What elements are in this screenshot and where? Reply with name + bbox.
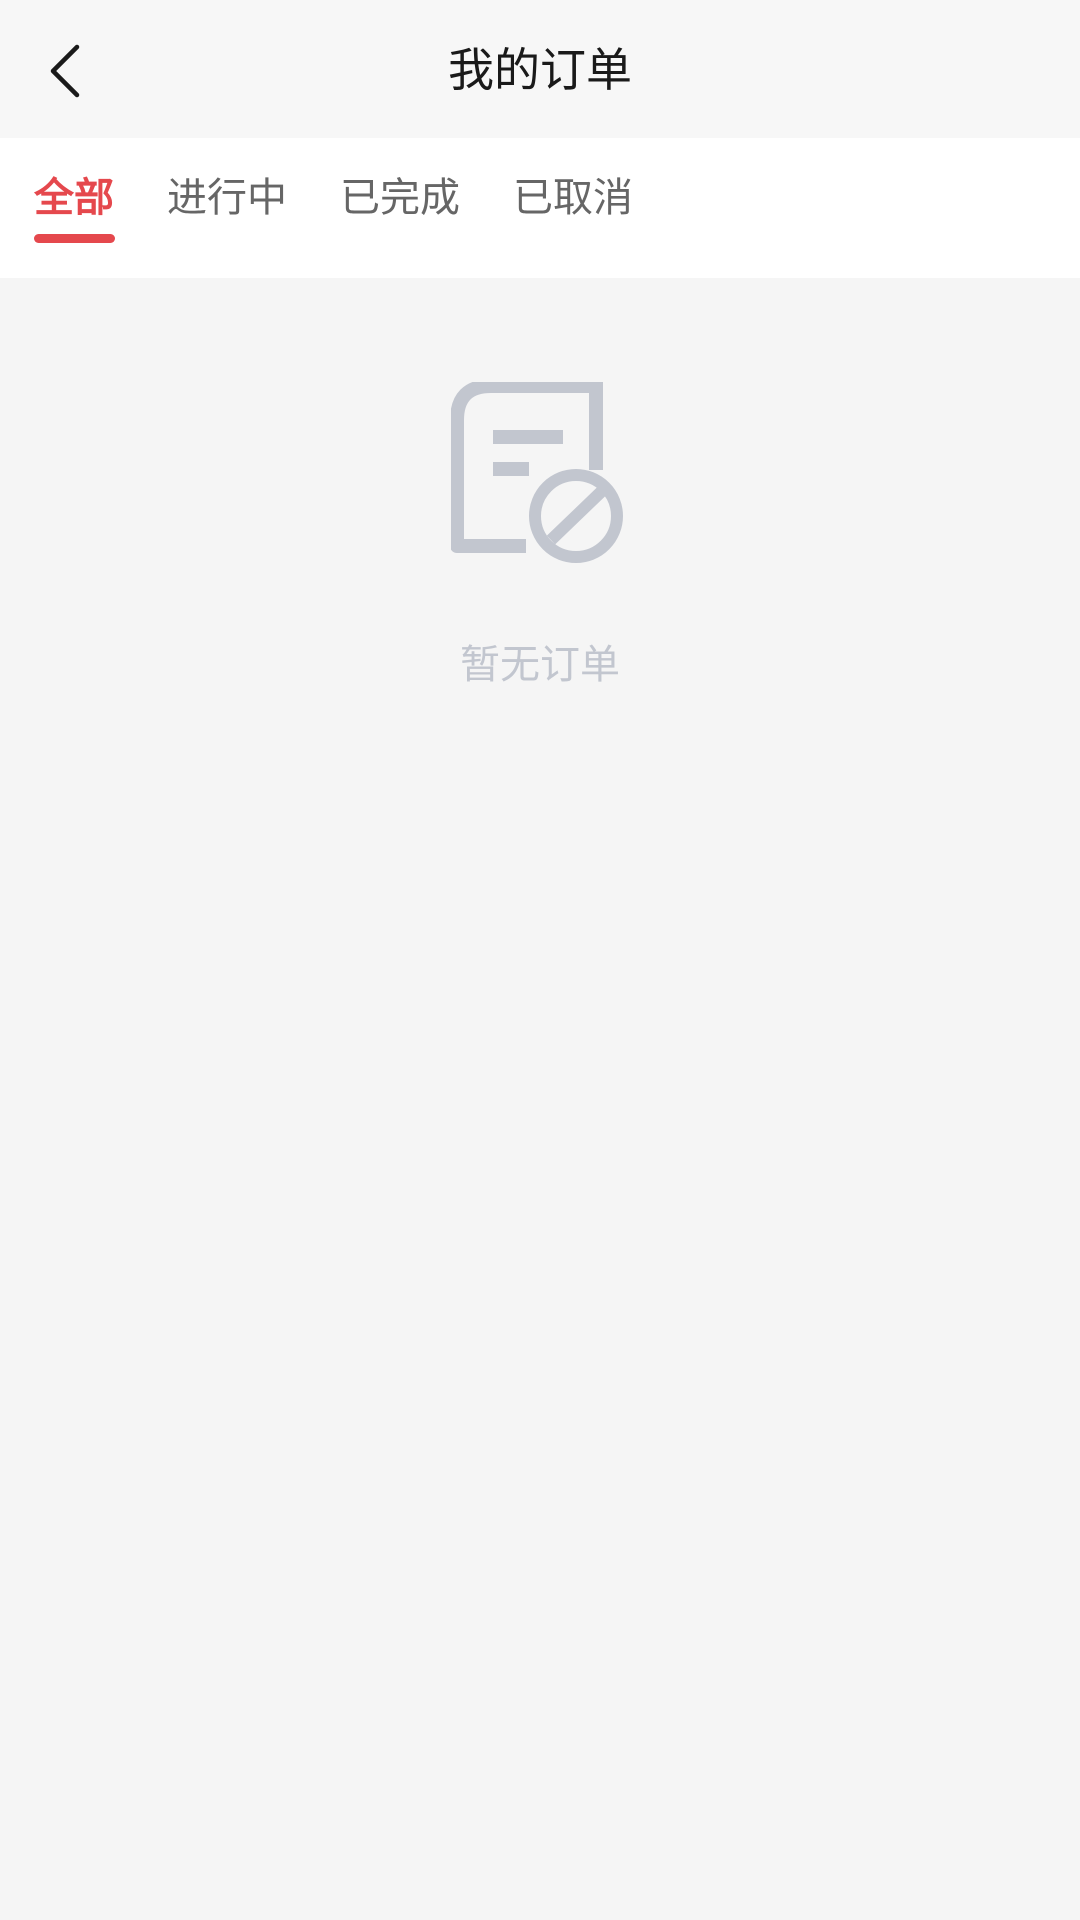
- top-bar: 我的订单: [0, 0, 1080, 138]
- tab-in-progress[interactable]: 进行中: [167, 138, 287, 278]
- tab-completed[interactable]: 已完成: [340, 138, 460, 278]
- tab-cancelled[interactable]: 已取消: [513, 138, 633, 278]
- chevron-left-icon: [50, 44, 80, 98]
- back-button[interactable]: [30, 36, 100, 106]
- active-tab-indicator: [34, 234, 115, 243]
- order-tabs: 全部 进行中 已完成 已取消: [0, 138, 1080, 278]
- empty-message: 暂无订单: [460, 642, 620, 688]
- tab-all[interactable]: 全部: [34, 138, 114, 278]
- document-cancel-icon: [451, 382, 623, 563]
- page-title: 我的订单: [448, 43, 632, 97]
